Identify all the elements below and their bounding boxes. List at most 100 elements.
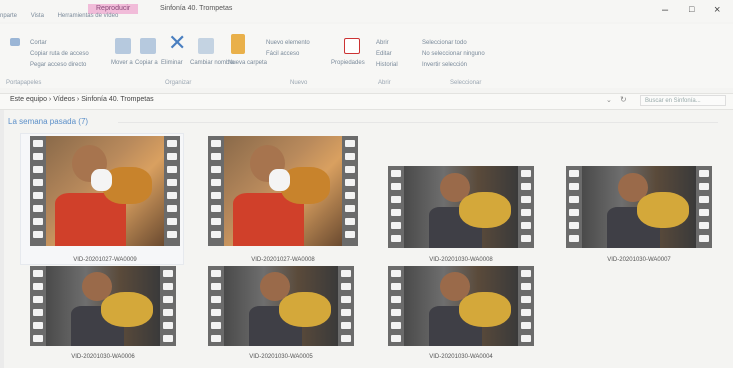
film-hole (167, 231, 177, 238)
ribbon (0, 24, 733, 88)
video-thumbnail[interactable] (208, 136, 358, 246)
delete-button[interactable]: Eliminar (161, 60, 183, 67)
film-hole (391, 283, 401, 290)
film-hole (211, 218, 221, 225)
film-hole (391, 322, 401, 329)
film-hole (211, 231, 221, 238)
film-hole (211, 166, 221, 173)
video-thumbnail[interactable] (30, 266, 176, 346)
film-hole (341, 270, 351, 277)
film-hole (211, 153, 221, 160)
film-hole (163, 309, 173, 316)
group-nuevo: Nuevo (290, 80, 308, 86)
film-strip-edge (696, 166, 712, 248)
group-seleccionar: Seleccionar (450, 80, 482, 86)
close-button[interactable]: × (714, 4, 720, 16)
delete-icon: ✕ (168, 30, 187, 55)
breadcrumb[interactable]: Este equipo › Vídeos › Sinfonía 40. Trom… (10, 96, 154, 103)
properties-icon (344, 38, 360, 54)
film-hole (211, 335, 221, 342)
film-hole (33, 205, 43, 212)
film-hole (521, 183, 531, 190)
film-hole (391, 183, 401, 190)
navigation-pane-edge (0, 110, 4, 368)
cut-icon (10, 38, 20, 46)
film-strip-edge (566, 166, 582, 248)
film-hole (569, 196, 579, 203)
video-frame-preview (404, 166, 518, 248)
film-hole (391, 335, 401, 342)
film-hole (341, 335, 351, 342)
paste-shortcut-button[interactable]: Pegar acceso directo (30, 62, 86, 69)
history-button[interactable]: Historial (376, 62, 398, 69)
film-hole (211, 205, 221, 212)
film-hole (167, 192, 177, 199)
video-thumbnail[interactable] (566, 166, 712, 248)
chevron-down-icon[interactable]: ⌄ (606, 96, 612, 104)
film-hole (345, 153, 355, 160)
move-to-icon (115, 38, 131, 54)
film-hole (167, 218, 177, 225)
easy-access-button[interactable]: Fácil acceso (266, 51, 299, 58)
film-hole (521, 209, 531, 216)
film-hole (345, 140, 355, 147)
copy-path-button[interactable]: Copiar ruta de acceso (30, 51, 89, 58)
film-hole (569, 222, 579, 229)
search-input[interactable]: Buscar en Sinfonía... (640, 95, 726, 106)
cortar-button[interactable]: Cortar (30, 40, 47, 47)
move-to-button[interactable]: Mover a (111, 60, 133, 67)
video-thumbnail[interactable] (388, 166, 534, 248)
film-strip-edge (208, 266, 224, 346)
maximize-button[interactable]: □ (689, 4, 694, 14)
copy-to-button[interactable]: Copiar a (135, 60, 158, 67)
select-none-button[interactable]: No seleccionar ninguno (422, 51, 485, 58)
film-hole (167, 166, 177, 173)
film-hole (341, 322, 351, 329)
select-all-button[interactable]: Seleccionar todo (422, 40, 467, 47)
new-item-button[interactable]: Nuevo elemento (266, 40, 310, 47)
refresh-icon[interactable]: ↻ (620, 95, 627, 104)
film-hole (391, 309, 401, 316)
group-header[interactable]: La semana pasada (7) (8, 117, 88, 126)
window-title: Sinfonía 40. Trompetas (160, 5, 233, 12)
file-name-label: VID-20201027-WA0009 (73, 257, 137, 263)
film-hole (33, 179, 43, 186)
open-button[interactable]: Abrir (376, 40, 389, 47)
film-hole (391, 235, 401, 242)
film-hole (33, 283, 43, 290)
file-name-label: VID-20201030-WA0005 (249, 354, 313, 360)
new-folder-button[interactable]: Nueva carpeta (228, 60, 267, 67)
tab-herramientas-video[interactable]: Herramientas de vídeo (58, 13, 119, 19)
video-thumbnail[interactable] (208, 266, 354, 346)
film-hole (167, 140, 177, 147)
tab-compartir[interactable]: nparte (0, 13, 17, 19)
ribbon-tab-bar: nparte Vista Herramientas de vídeo (0, 13, 130, 20)
edit-button[interactable]: Editar (376, 51, 392, 58)
film-hole (211, 140, 221, 147)
film-hole (699, 170, 709, 177)
film-hole (521, 296, 531, 303)
file-name-label: VID-20201030-WA0006 (71, 354, 135, 360)
film-strip-edge (388, 166, 404, 248)
film-strip-edge (30, 136, 46, 246)
tab-vista[interactable]: Vista (31, 13, 44, 19)
video-thumbnail[interactable] (30, 136, 180, 246)
film-hole (391, 196, 401, 203)
film-hole (569, 183, 579, 190)
film-hole (211, 283, 221, 290)
video-thumbnail[interactable] (388, 266, 534, 346)
film-hole (391, 209, 401, 216)
minimize-button[interactable]: – (662, 4, 668, 16)
invert-selection-button[interactable]: Invertir selección (422, 62, 467, 69)
film-hole (33, 322, 43, 329)
film-hole (699, 209, 709, 216)
film-strip-edge (388, 266, 404, 346)
film-strip-edge (518, 266, 534, 346)
film-hole (521, 235, 531, 242)
film-hole (521, 170, 531, 177)
film-hole (33, 192, 43, 199)
video-frame-preview (46, 266, 160, 346)
properties-button[interactable]: Propiedades (331, 60, 365, 67)
film-hole (341, 296, 351, 303)
film-hole (569, 209, 579, 216)
